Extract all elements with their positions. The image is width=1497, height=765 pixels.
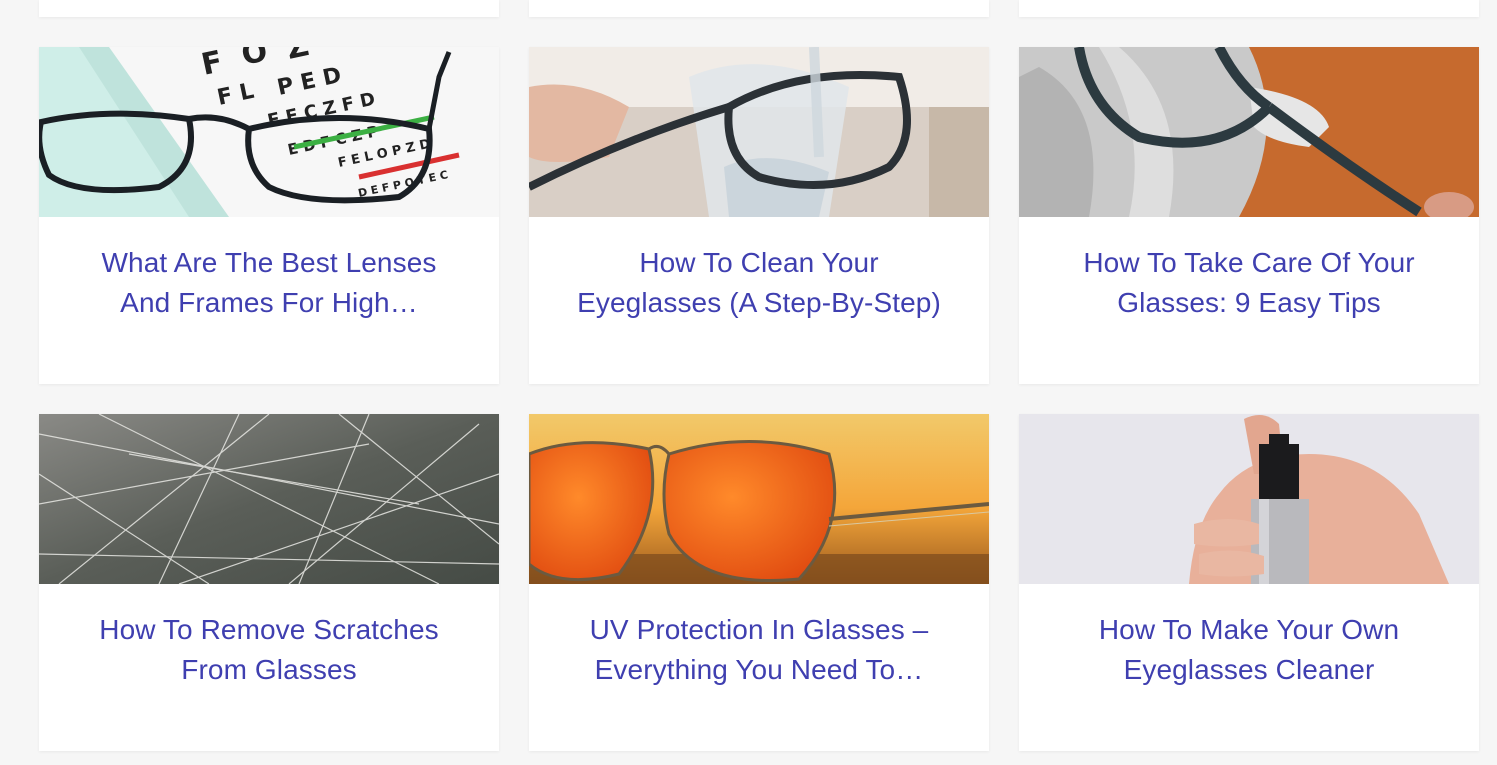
article-card-partial[interactable]: [39, 0, 499, 17]
article-grid: F O Z F L P E D F E C Z F D E D F C Z P …: [0, 0, 1497, 765]
article-thumbnail[interactable]: [529, 414, 989, 584]
article-card: How To Remove Scratches From Glasses: [39, 414, 499, 751]
article-thumbnail[interactable]: [529, 47, 989, 217]
glasses-rinse-photo-icon: [529, 47, 989, 217]
article-thumbnail[interactable]: [1019, 414, 1479, 584]
article-card-partial[interactable]: [1019, 0, 1479, 17]
spray-bottle-photo-icon: [1019, 414, 1479, 584]
article-title-link[interactable]: How To Clean Your Eyeglasses (A Step-By-…: [569, 243, 949, 323]
article-title-link[interactable]: UV Protection In Glasses – Everything Yo…: [569, 610, 949, 690]
article-thumbnail[interactable]: F O Z F L P E D F E C Z F D E D F C Z P …: [39, 47, 499, 217]
article-title-link[interactable]: What Are The Best Lenses And Frames For …: [79, 243, 459, 323]
article-thumbnail[interactable]: [1019, 47, 1479, 217]
glasses-cloth-photo-icon: [1019, 47, 1479, 217]
article-title-link[interactable]: How To Take Care Of Your Glasses: 9 Easy…: [1059, 243, 1439, 323]
article-thumbnail[interactable]: [39, 414, 499, 584]
article-card: How To Take Care Of Your Glasses: 9 Easy…: [1019, 47, 1479, 384]
article-card: F O Z F L P E D F E C Z F D E D F C Z P …: [39, 47, 499, 384]
aviator-sunglasses-photo-icon: [529, 414, 989, 584]
article-title-link[interactable]: How To Remove Scratches From Glasses: [79, 610, 459, 690]
article-card-partial[interactable]: [529, 0, 989, 17]
article-title-link[interactable]: How To Make Your Own Eyeglasses Cleaner: [1059, 610, 1439, 690]
article-card: UV Protection In Glasses – Everything Yo…: [529, 414, 989, 751]
scratched-lens-photo-icon: [39, 414, 499, 584]
eye-chart-glasses-photo-icon: F O Z F L P E D F E C Z F D E D F C Z P …: [39, 47, 499, 217]
article-card: How To Clean Your Eyeglasses (A Step-By-…: [529, 47, 989, 384]
article-card: How To Make Your Own Eyeglasses Cleaner: [1019, 414, 1479, 751]
